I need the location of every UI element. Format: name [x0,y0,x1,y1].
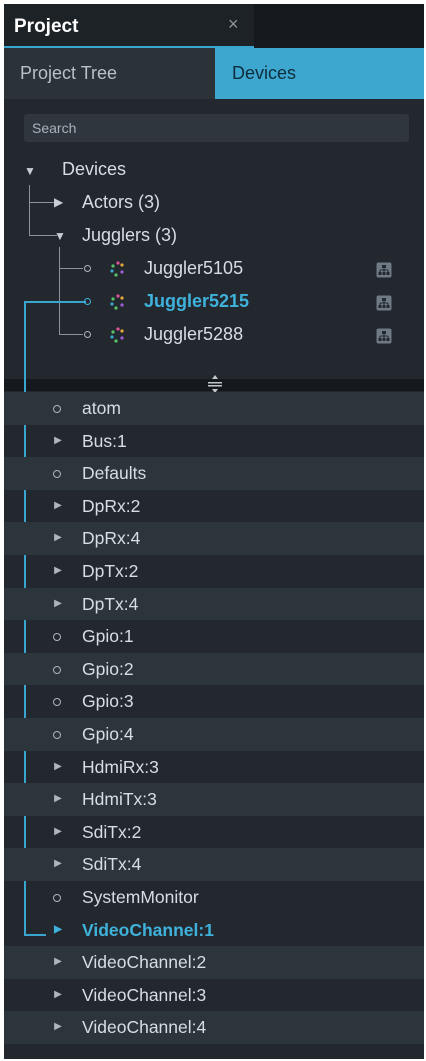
tree-connector [59,268,83,269]
panel-title: Project [14,16,79,37]
triangle-right-icon[interactable]: ▶ [52,588,64,621]
network-icon[interactable] [376,262,392,278]
list-item-label: VideoChannel:1 [82,919,214,940]
triangle-right-icon[interactable]: ▶ [52,490,64,523]
list-item-label: Gpio:4 [82,723,134,744]
list-item[interactable]: ▶ HdmiTx:3 [4,783,424,816]
tree-connector [29,202,57,203]
project-panel-tab[interactable]: Project × [4,4,254,48]
list-item[interactable]: Gpio:4 [4,717,424,751]
juggler-item-selected[interactable]: Juggler5215 [144,291,249,312]
network-icon[interactable] [376,295,392,311]
list-item[interactable]: Defaults [4,457,424,490]
list-item-label: Bus:1 [82,430,127,451]
list-item[interactable]: Gpio:3 [4,685,424,718]
list-item-label: SdiTx:2 [82,821,142,842]
list-item[interactable]: ▶ VideoChannel:2 [4,946,424,979]
tab-devices[interactable]: Devices [215,48,424,99]
list-item[interactable]: Gpio:2 [4,652,424,686]
tab-label: Project Tree [20,63,118,83]
list-item-selected[interactable]: ▶ VideoChannel:1 [4,914,424,947]
tree-group-actors[interactable]: Actors (3) [82,192,160,213]
list-item[interactable]: ▶ VideoChannel:3 [4,979,424,1012]
search-input[interactable] [24,114,409,142]
juggler-item[interactable]: Juggler5105 [144,258,243,279]
network-icon[interactable] [376,328,392,344]
circle-icon [53,698,61,707]
list-item-label: SdiTx:4 [82,854,142,875]
tree-group-jugglers[interactable]: Jugglers (3) [82,225,177,246]
view-tabs: Project Tree Devices [4,48,424,99]
list-item[interactable]: atom [4,392,424,425]
device-component-list: atom ▶ Bus:1 Defaults ▶ DpRx:2 ▶ DpRx:4 ▶ Dp… [4,392,424,1044]
tree-root-devices[interactable]: Devices [62,159,126,180]
triangle-right-icon[interactable]: ▶ [52,555,64,588]
juggler-device-icon [110,327,124,343]
circle-icon [53,893,61,902]
triangle-right-icon[interactable]: ▶ [52,783,64,816]
triangle-right-icon[interactable]: ▶ [52,1011,64,1044]
list-item-label: SystemMonitor [82,886,199,907]
list-item-label: HdmiRx:3 [82,756,159,777]
list-item-label: HdmiTx:3 [82,789,157,810]
panel-header: Project × [4,4,424,48]
circle-icon [53,633,61,642]
triangle-right-icon[interactable]: ▶ [52,816,64,849]
list-item[interactable]: ▶ HdmiRx:3 [4,751,424,784]
triangle-right-icon[interactable]: ▶ [52,425,64,458]
juggler-device-icon [110,294,124,310]
list-item[interactable]: ▶ Bus:1 [4,425,424,458]
circle-icon [53,665,61,674]
project-panel: Project × Project Tree Devices ▼ Devices… [4,4,424,1059]
tab-label: Devices [232,63,297,83]
list-item-label: DpRx:2 [82,495,141,516]
triangle-right-icon[interactable]: ▶ [52,522,64,555]
triangle-right-icon[interactable]: ▶ [52,979,64,1012]
circle-icon [53,470,61,479]
tree-connector [29,185,30,235]
list-item-label: Defaults [82,463,147,484]
list-item-label: VideoChannel:4 [82,1017,207,1038]
list-item[interactable]: ▶ DpRx:2 [4,490,424,523]
list-item[interactable]: ▶ VideoChannel:4 [4,1011,424,1044]
list-item[interactable]: ▶ DpTx:2 [4,555,424,588]
list-item[interactable]: ▶ DpRx:4 [4,522,424,555]
triangle-down-icon[interactable]: ▼ [24,164,36,178]
triangle-right-icon[interactable]: ▶ [52,914,64,947]
triangle-right-icon[interactable]: ▶ [52,751,64,784]
triangle-right-icon[interactable]: ▶ [52,848,64,881]
juggler-item[interactable]: Juggler5288 [144,324,243,345]
close-icon[interactable]: × [228,14,239,35]
list-item-label: atom [82,398,121,418]
circle-icon [53,730,61,739]
juggler-device-icon [110,261,124,277]
circle-icon [84,331,91,338]
circle-icon [84,265,91,272]
circle-icon [53,405,61,413]
triangle-right-icon[interactable]: ▶ [54,195,63,209]
list-item-label: VideoChannel:3 [82,984,207,1005]
tree-connector [59,247,60,335]
list-item[interactable]: Gpio:1 [4,620,424,653]
triangle-down-icon[interactable]: ▼ [54,229,66,243]
list-item[interactable]: SystemMonitor [4,881,424,914]
selection-connector [24,301,86,303]
tree-connector [29,235,57,236]
splitter-grip-icon[interactable] [205,374,225,394]
list-item-label: Gpio:2 [82,658,134,679]
list-item[interactable]: ▶ DpTx:4 [4,587,424,621]
list-item-label: Gpio:3 [82,691,134,712]
triangle-right-icon[interactable]: ▶ [52,946,64,979]
list-item-label: DpTx:4 [82,593,139,614]
list-item-label: VideoChannel:2 [82,952,207,973]
tree-connector [59,334,83,335]
tab-project-tree[interactable]: Project Tree [4,48,215,99]
list-item[interactable]: ▶ SdiTx:4 [4,848,424,881]
list-item[interactable]: ▶ SdiTx:2 [4,816,424,849]
list-item-label: DpRx:4 [82,528,141,549]
circle-icon [84,298,91,305]
list-item-label: Gpio:1 [82,626,134,647]
list-item-label: DpTx:2 [82,560,139,581]
